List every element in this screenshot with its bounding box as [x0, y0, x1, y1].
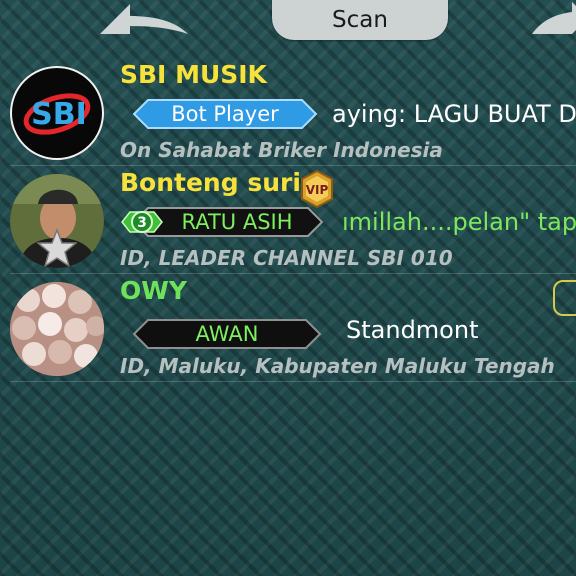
vip-icon: VIP	[301, 170, 333, 208]
contact-row[interactable]: Bonteng suri VIP RATU ASIH 3 ımillah....…	[0, 166, 576, 274]
contact-row[interactable]: OWY AWAN Standmont ID, Maluku, Kabupaten…	[0, 274, 576, 382]
scan-button[interactable]: Scan	[272, 0, 448, 40]
scan-button-label: Scan	[332, 7, 388, 33]
role-badge: Bot Player	[132, 98, 318, 130]
contact-name: SBI MUSIK	[120, 60, 267, 89]
forward-arrow-icon[interactable]	[528, 0, 576, 36]
vip-label: VIP	[306, 183, 329, 197]
now-playing-text: aying: LAGU BUAT D	[332, 100, 576, 128]
contact-row[interactable]: SBI SBI MUSIK Bot Player aying: LAGU BUA…	[0, 58, 576, 166]
star-rank-icon	[37, 228, 77, 268]
pearls-photo	[10, 282, 104, 376]
status-message-text: ımillah....pelan" tap	[342, 208, 576, 236]
contact-location: ID, Maluku, Kabupaten Maluku Tengah	[120, 354, 555, 378]
role-badge: AWAN	[132, 318, 322, 350]
follow-button[interactable]	[553, 280, 576, 316]
contact-location: ID, LEADER CHANNEL SBI 010	[120, 246, 453, 270]
level-number: 3	[137, 215, 147, 231]
status-message-text: Standmont	[346, 316, 479, 344]
avatar[interactable]	[10, 174, 104, 268]
badge-label: Bot Player	[171, 102, 279, 126]
avatar[interactable]: SBI	[10, 66, 104, 160]
avatar-logo-text: SBI	[31, 97, 87, 132]
avatar[interactable]	[10, 282, 104, 376]
badge-label: AWAN	[195, 322, 259, 346]
sbi-logo-icon: SBI	[13, 69, 101, 157]
row-divider	[10, 381, 576, 382]
contact-location: On Sahabat Briker Indonesia	[120, 138, 443, 162]
contact-name: Bonteng suri	[120, 168, 301, 197]
contact-name: OWY	[120, 276, 187, 305]
level-badge-icon: 3	[121, 211, 163, 233]
back-arrow-icon[interactable]	[92, 0, 192, 36]
